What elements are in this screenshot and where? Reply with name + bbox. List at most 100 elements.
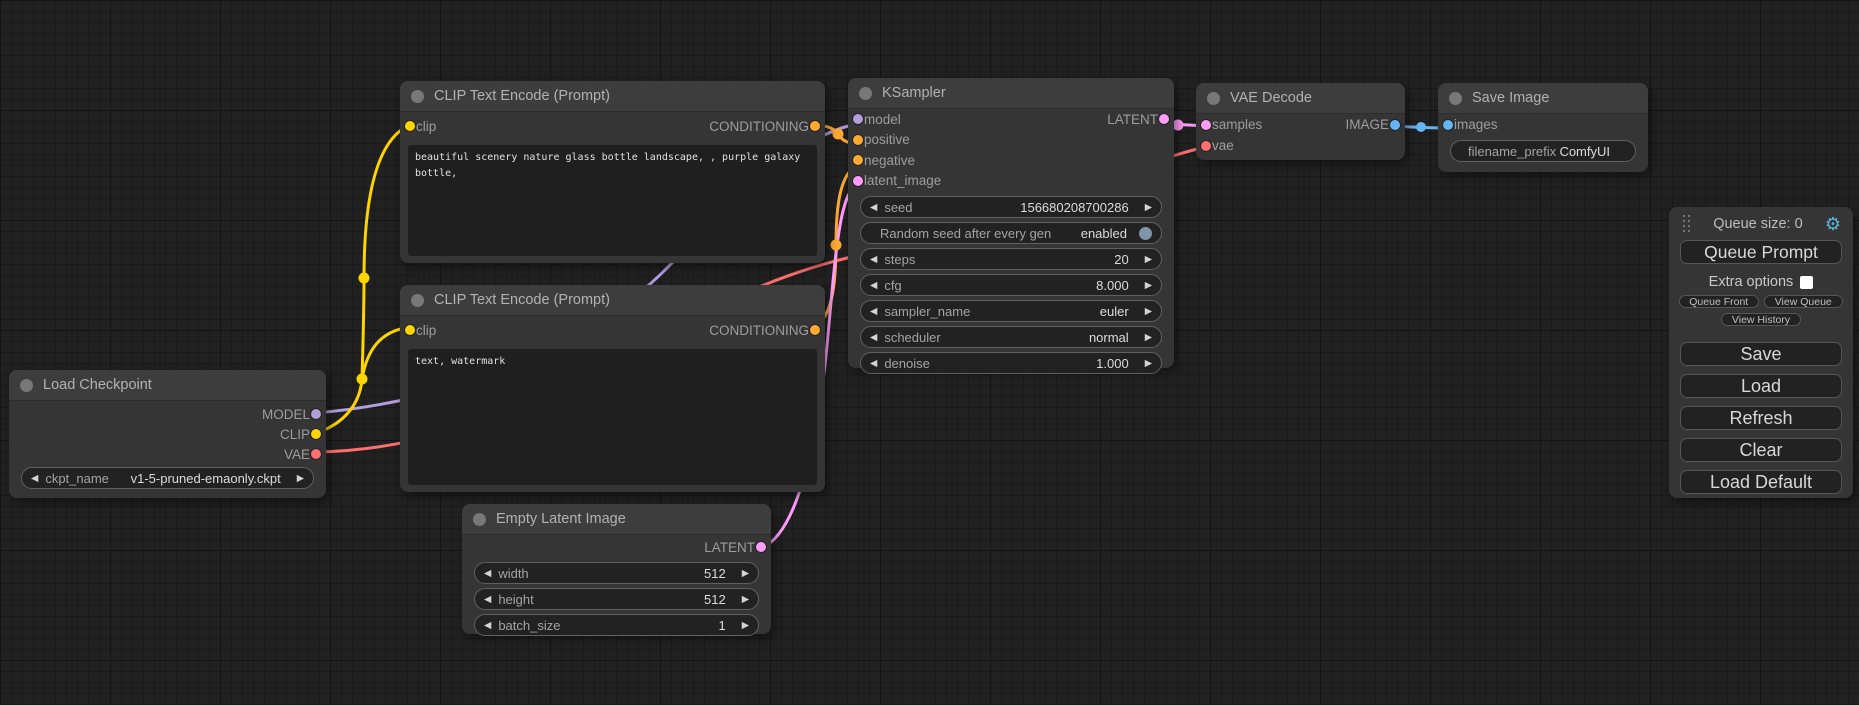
node-title-bar[interactable]: Empty Latent Image xyxy=(462,504,771,535)
extra-options-checkbox[interactable] xyxy=(1800,276,1813,289)
node-collapse-dot-icon[interactable] xyxy=(1449,92,1462,105)
node-empty-latent-image[interactable]: Empty Latent Image LATENT ◀ width 512 ▶ … xyxy=(462,504,771,634)
node-save-image[interactable]: Save Image images filename_prefix ComfyU… xyxy=(1438,83,1648,172)
view-history-button[interactable]: View History xyxy=(1721,313,1801,326)
node-title-bar[interactable]: CLIP Text Encode (Prompt) xyxy=(400,81,825,112)
node-title-bar[interactable]: VAE Decode xyxy=(1196,83,1405,114)
node-collapse-dot-icon[interactable] xyxy=(473,513,486,526)
node-title-bar[interactable]: Load Checkpoint xyxy=(9,370,326,401)
clear-button[interactable]: Clear xyxy=(1680,438,1842,462)
decrement-arrow-icon[interactable]: ◀ xyxy=(484,568,491,579)
node-clip-text-encode-negative[interactable]: CLIP Text Encode (Prompt) clip CONDITION… xyxy=(400,285,825,492)
seed-widget[interactable]: ◀ seed 156680208700286 ▶ xyxy=(860,196,1162,218)
increment-arrow-icon[interactable]: ▶ xyxy=(742,620,749,631)
node-title-bar[interactable]: KSampler xyxy=(848,78,1174,109)
widget-value[interactable]: 1 xyxy=(718,618,725,633)
increment-arrow-icon[interactable]: ▶ xyxy=(742,568,749,579)
sampler-name-widget[interactable]: ◀ sampler_name euler ▶ xyxy=(860,300,1162,322)
scheduler-widget[interactable]: ◀ scheduler normal ▶ xyxy=(860,326,1162,348)
slot-dot-conditioning[interactable] xyxy=(810,121,820,131)
slot-dot-vae[interactable] xyxy=(1201,141,1211,151)
height-widget[interactable]: ◀ height 512 ▶ xyxy=(474,588,759,610)
random-seed-toggle-widget[interactable]: Random seed after every gen enabled xyxy=(860,222,1162,244)
increment-arrow-icon[interactable]: ▶ xyxy=(1145,280,1152,291)
view-queue-button[interactable]: View Queue xyxy=(1764,295,1844,308)
slot-dot-latent[interactable] xyxy=(853,176,863,186)
toggle-knob-icon[interactable] xyxy=(1139,227,1152,240)
slot-dot-model[interactable] xyxy=(853,114,863,124)
widget-value[interactable]: normal xyxy=(1089,330,1129,345)
slot-dot-latent[interactable] xyxy=(756,542,766,552)
widget-value[interactable]: 512 xyxy=(704,566,726,581)
decrement-arrow-icon[interactable]: ◀ xyxy=(870,358,877,369)
queue-front-button[interactable]: Queue Front xyxy=(1679,295,1759,308)
increment-arrow-icon[interactable]: ▶ xyxy=(1145,332,1152,343)
node-collapse-dot-icon[interactable] xyxy=(859,87,872,100)
prompt-textarea[interactable]: text, watermark xyxy=(408,349,817,485)
decrement-arrow-icon[interactable]: ◀ xyxy=(484,620,491,631)
decrement-arrow-icon[interactable]: ◀ xyxy=(870,332,877,343)
increment-arrow-icon[interactable]: ▶ xyxy=(297,473,304,484)
increment-arrow-icon[interactable]: ▶ xyxy=(1145,306,1152,317)
slot-dot-conditioning[interactable] xyxy=(810,325,820,335)
widget-value[interactable]: 20 xyxy=(1114,252,1128,267)
slot-dot-clip[interactable] xyxy=(405,121,415,131)
node-ksampler[interactable]: KSampler model LATENT positive negative … xyxy=(848,78,1174,368)
widget-value[interactable]: 156680208700286 xyxy=(1020,200,1128,215)
denoise-widget[interactable]: ◀ denoise 1.000 ▶ xyxy=(860,352,1162,374)
widget-value[interactable]: 512 xyxy=(704,592,726,607)
link-midpoint-dot[interactable] xyxy=(831,240,842,251)
slot-dot-model[interactable] xyxy=(311,409,321,419)
node-clip-text-encode-positive[interactable]: CLIP Text Encode (Prompt) clip CONDITION… xyxy=(400,81,825,263)
increment-arrow-icon[interactable]: ▶ xyxy=(1145,254,1152,265)
increment-arrow-icon[interactable]: ▶ xyxy=(1145,358,1152,369)
ckpt-name-widget[interactable]: ◀ ckpt_name v1-5-pruned-emaonly.ckpt ▶ xyxy=(21,467,314,489)
decrement-arrow-icon[interactable]: ◀ xyxy=(870,280,877,291)
cfg-widget[interactable]: ◀ cfg 8.000 ▶ xyxy=(860,274,1162,296)
save-button[interactable]: Save xyxy=(1680,342,1842,366)
node-collapse-dot-icon[interactable] xyxy=(20,379,33,392)
node-title-bar[interactable]: CLIP Text Encode (Prompt) xyxy=(400,285,825,316)
decrement-arrow-icon[interactable]: ◀ xyxy=(870,254,877,265)
node-vae-decode[interactable]: VAE Decode samples IMAGE vae xyxy=(1196,83,1405,160)
link-midpoint-dot[interactable] xyxy=(1173,120,1184,131)
node-collapse-dot-icon[interactable] xyxy=(411,294,424,307)
link-midpoint-dot[interactable] xyxy=(1416,122,1426,132)
node-collapse-dot-icon[interactable] xyxy=(1207,92,1220,105)
increment-arrow-icon[interactable]: ▶ xyxy=(742,594,749,605)
slot-dot-clip[interactable] xyxy=(405,325,415,335)
drag-handle-icon[interactable] xyxy=(1683,215,1691,233)
node-collapse-dot-icon[interactable] xyxy=(411,90,424,103)
widget-value[interactable]: 8.000 xyxy=(1096,278,1129,293)
link-midpoint-dot[interactable] xyxy=(357,374,368,385)
slot-dot-conditioning[interactable] xyxy=(853,135,863,145)
slot-dot-clip[interactable] xyxy=(311,429,321,439)
node-load-checkpoint[interactable]: Load Checkpoint MODEL CLIP VAE ◀ ckpt_na… xyxy=(9,370,326,498)
slot-dot-vae[interactable] xyxy=(311,449,321,459)
widget-value[interactable]: 1.000 xyxy=(1096,356,1129,371)
refresh-button[interactable]: Refresh xyxy=(1680,406,1842,430)
load-default-button[interactable]: Load Default xyxy=(1680,470,1842,494)
decrement-arrow-icon[interactable]: ◀ xyxy=(870,202,877,213)
link-midpoint-dot[interactable] xyxy=(833,129,844,140)
slot-dot-image[interactable] xyxy=(1443,120,1453,130)
increment-arrow-icon[interactable]: ▶ xyxy=(1145,202,1152,213)
prompt-textarea[interactable]: beautiful scenery nature glass bottle la… xyxy=(408,145,817,256)
node-title-bar[interactable]: Save Image xyxy=(1438,83,1648,114)
steps-widget[interactable]: ◀ steps 20 ▶ xyxy=(860,248,1162,270)
link-midpoint-dot[interactable] xyxy=(359,273,370,284)
slot-dot-latent[interactable] xyxy=(1201,120,1211,130)
widget-value[interactable]: euler xyxy=(1100,304,1129,319)
decrement-arrow-icon[interactable]: ◀ xyxy=(484,594,491,605)
filename-prefix-widget[interactable]: filename_prefix ComfyUI xyxy=(1450,140,1636,162)
widget-value[interactable]: v1-5-pruned-emaonly.ckpt xyxy=(131,471,281,486)
widget-value[interactable]: ComfyUI xyxy=(1559,144,1610,159)
slot-dot-conditioning[interactable] xyxy=(853,155,863,165)
gear-icon[interactable]: ⚙ xyxy=(1825,215,1841,233)
decrement-arrow-icon[interactable]: ◀ xyxy=(870,306,877,317)
decrement-arrow-icon[interactable]: ◀ xyxy=(31,473,38,484)
queue-prompt-button[interactable]: Queue Prompt xyxy=(1680,240,1842,264)
slot-dot-latent[interactable] xyxy=(1159,114,1169,124)
load-button[interactable]: Load xyxy=(1680,374,1842,398)
width-widget[interactable]: ◀ width 512 ▶ xyxy=(474,562,759,584)
